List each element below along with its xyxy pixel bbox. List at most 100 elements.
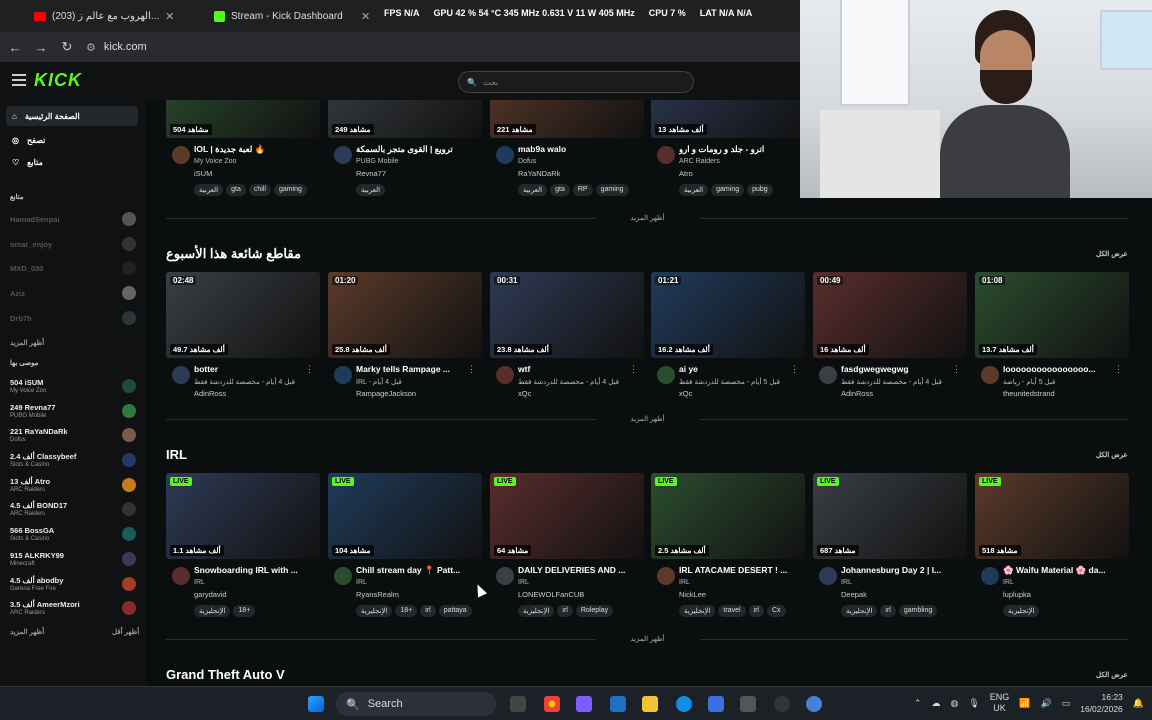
channel-name[interactable]: xQc bbox=[679, 389, 692, 398]
avatar[interactable] bbox=[657, 567, 675, 585]
tab-kick-dashboard[interactable]: Stream - Kick Dashboard ✕ bbox=[214, 6, 380, 26]
tag-chip[interactable]: Cx bbox=[766, 605, 786, 617]
clip-thumbnail[interactable]: 01:08 13.7 ألف مشاهد bbox=[975, 272, 1129, 358]
sidebar-channel[interactable]: MXD_030 bbox=[10, 257, 136, 279]
stream-title[interactable]: Snowboarding IRL with ... bbox=[194, 565, 318, 575]
stream-category[interactable]: IRL bbox=[679, 579, 690, 586]
channel-name[interactable]: Deepak bbox=[841, 590, 867, 599]
sidebar-item-home[interactable]: ⌂ الصفحة الرئيسية bbox=[6, 106, 138, 126]
more-options-icon[interactable]: ⋮ bbox=[952, 364, 961, 375]
obs-icon[interactable] bbox=[774, 696, 790, 712]
stream-category[interactable]: قبل 4 أيام - مخصصة للدردشة فقط bbox=[518, 378, 619, 386]
avatar[interactable] bbox=[172, 366, 190, 384]
channel-name[interactable]: theunitedstrand bbox=[1003, 389, 1055, 398]
stream-title[interactable]: ai ye bbox=[679, 364, 803, 374]
stream-title[interactable]: Chill stream day 📍 Patt... bbox=[356, 565, 480, 576]
language-indicator[interactable]: ENG UK bbox=[990, 692, 1010, 714]
irl-thumbnail[interactable]: LIVE 687 مشاهد bbox=[813, 473, 967, 559]
stream-category[interactable]: IRL bbox=[518, 579, 529, 586]
channel-name[interactable]: NickLee bbox=[679, 590, 706, 599]
stream-category[interactable]: IRL - قبل 4 أيام bbox=[356, 378, 402, 386]
show-more-button[interactable]: أظهر المزيد bbox=[600, 214, 695, 222]
channel-name[interactable]: AdinRoss bbox=[194, 389, 226, 398]
app-icon[interactable] bbox=[806, 696, 822, 712]
tag-chip[interactable]: العربية bbox=[679, 184, 709, 196]
tag-chip[interactable]: chill bbox=[248, 184, 271, 196]
channel-name[interactable]: LONEWOLFanCUB bbox=[518, 590, 584, 599]
reload-icon[interactable]: ↻ bbox=[56, 36, 78, 58]
stream-category[interactable]: IRL bbox=[841, 579, 852, 586]
stream-category[interactable]: IRL bbox=[1003, 579, 1014, 586]
stream-category[interactable]: My Voice Zoo bbox=[194, 158, 236, 165]
channel-name[interactable]: Revna77 bbox=[356, 169, 386, 178]
irl-card[interactable]: LIVE 64 مشاهد DAILY DELIVERIES AND ... IRL L… bbox=[490, 473, 644, 623]
more-options-icon[interactable]: ⋮ bbox=[629, 364, 638, 375]
menu-icon[interactable] bbox=[12, 74, 26, 86]
tag-chip[interactable]: irl bbox=[420, 605, 436, 617]
stream-title[interactable]: IRL ATACAME DESERT ! ... bbox=[679, 565, 803, 575]
stream-title[interactable]: DAILY DELIVERIES AND ... bbox=[518, 565, 642, 575]
avatar[interactable] bbox=[334, 146, 352, 164]
channel-name[interactable]: garydavid bbox=[194, 590, 227, 599]
notification-bell-icon[interactable]: 🔔 bbox=[1133, 698, 1144, 709]
clip-card[interactable]: 01:21 16.2 ألف مشاهد ai ye قبل 5 أيام - مخص… bbox=[651, 272, 805, 422]
clock[interactable]: 16:23 16/02/2026 bbox=[1080, 691, 1123, 715]
irl-thumbnail[interactable]: LIVE 1.1 ألف مشاهد bbox=[166, 473, 320, 559]
tag-chip[interactable]: irl bbox=[880, 605, 896, 617]
show-more-button[interactable]: أظهر المزيد bbox=[600, 635, 695, 643]
channel-name[interactable]: RampageJackson bbox=[356, 389, 416, 398]
tag-chip[interactable]: gta bbox=[550, 184, 570, 196]
stream-title[interactable]: fasdgwegwegwg bbox=[841, 364, 965, 374]
stream-title[interactable]: اترو - جلد و رومات و ارو bbox=[679, 144, 803, 155]
avatar[interactable] bbox=[496, 146, 514, 164]
clip-thumbnail[interactable]: 02:48 49.7 ألف مشاهد bbox=[166, 272, 320, 358]
tag-chip[interactable]: travel bbox=[718, 605, 746, 617]
tag-chip[interactable]: pubg bbox=[747, 184, 773, 196]
edge-icon[interactable] bbox=[676, 696, 692, 712]
tag-chip[interactable]: الإنجليزية bbox=[356, 605, 393, 617]
channel-name[interactable]: Atro bbox=[679, 169, 693, 178]
clip-card[interactable]: 00:31 23.8 ألف مشاهد wtf قبل 4 أيام - مخصصة… bbox=[490, 272, 644, 422]
sidebar-recommended[interactable]: 249 Revna77 PUBG Mobile bbox=[10, 400, 136, 422]
stream-title[interactable]: loooooooooooooooo... bbox=[1003, 364, 1127, 374]
volume-icon[interactable]: 🔊 bbox=[1041, 698, 1052, 709]
tag-chip[interactable]: الإنجليزية bbox=[194, 605, 231, 617]
tag-chip[interactable]: العربية bbox=[518, 184, 548, 196]
stream-category[interactable]: PUBG Mobile bbox=[356, 158, 398, 165]
channel-name[interactable]: iSUM bbox=[194, 169, 212, 178]
irl-card[interactable]: LIVE 2.5 ألف مشاهد IRL ATACAME DESERT ! ..… bbox=[651, 473, 805, 623]
tag-chip[interactable]: 18+ bbox=[233, 605, 256, 617]
tag-chip[interactable]: gambling bbox=[898, 605, 938, 617]
see-all-link[interactable]: عرض الكل bbox=[1096, 250, 1128, 258]
taskbar-search[interactable]: 🔍 Search bbox=[336, 692, 496, 716]
show-less-link[interactable]: أظهر أقل bbox=[112, 628, 139, 636]
tag-chip[interactable]: gaming bbox=[711, 184, 745, 196]
sidebar-channel[interactable]: omar_enjoy bbox=[10, 233, 136, 255]
stream-title[interactable]: 🌸 Waifu Material 🌸 da... bbox=[1003, 565, 1127, 576]
tag-chip[interactable]: العربية bbox=[356, 184, 386, 196]
see-all-link[interactable]: عرض الكل bbox=[1096, 671, 1128, 679]
irl-thumbnail[interactable]: LIVE 64 مشاهد bbox=[490, 473, 644, 559]
tag-chip[interactable]: الإنجليزية bbox=[679, 605, 716, 617]
avatar[interactable] bbox=[657, 366, 675, 384]
stream-category[interactable]: قبل 5 أيام - مخصصة للدردشة فقط bbox=[679, 378, 780, 386]
avatar[interactable] bbox=[334, 567, 352, 585]
tag-chip[interactable]: الإنجليزية bbox=[1003, 605, 1040, 617]
kick-logo[interactable]: KICK bbox=[34, 70, 82, 91]
sidebar-channel[interactable]: HamadSenpai bbox=[10, 208, 136, 230]
show-more-link[interactable]: أظهر المزيد bbox=[10, 339, 44, 347]
clip-card[interactable]: 00:49 16 ألف مشاهد fasdgwegwegwg قبل 4 أيام… bbox=[813, 272, 967, 422]
clip-thumbnail[interactable]: 00:31 23.8 ألف مشاهد bbox=[490, 272, 644, 358]
more-options-icon[interactable]: ⋮ bbox=[305, 364, 314, 375]
onedrive-icon[interactable]: ☁ bbox=[931, 698, 940, 709]
channel-name[interactable]: RyansRealm bbox=[356, 590, 399, 599]
channel-name[interactable]: xQc bbox=[518, 389, 531, 398]
tag-chip[interactable]: Roleplay bbox=[575, 605, 614, 617]
stream-category[interactable]: Dofus bbox=[518, 158, 536, 165]
avatar[interactable] bbox=[334, 366, 352, 384]
more-options-icon[interactable]: ⋮ bbox=[467, 364, 476, 375]
avatar[interactable] bbox=[496, 567, 514, 585]
sidebar-recommended[interactable]: 566 BossGA Slots & Casino bbox=[10, 523, 136, 545]
stream-title[interactable]: botter bbox=[194, 364, 318, 374]
sidebar-recommended[interactable]: 2.4 ألف Classybeef Slots & Casino bbox=[10, 449, 136, 471]
